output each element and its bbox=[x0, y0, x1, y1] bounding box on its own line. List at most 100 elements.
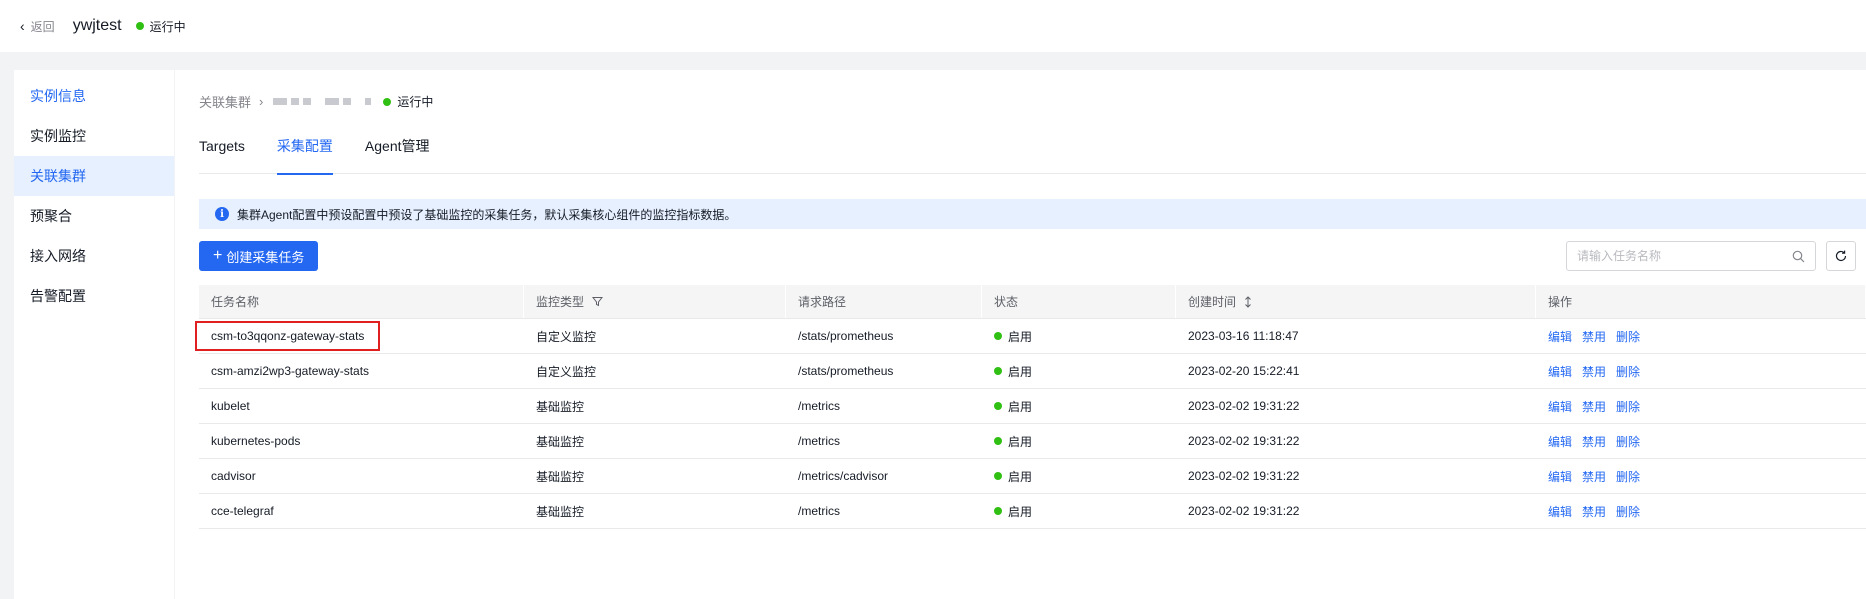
task-status: 启用 bbox=[982, 494, 1176, 528]
sidebar-item-instance-monitor[interactable]: 实例监控 bbox=[14, 116, 174, 156]
task-name: cadvisor bbox=[211, 469, 256, 483]
edit-link[interactable]: 编辑 bbox=[1548, 398, 1572, 415]
breadcrumb: 关联集群 › 运行中 bbox=[199, 92, 433, 111]
chevron-right-icon: › bbox=[259, 94, 264, 109]
task-actions: 编辑 禁用 删除 bbox=[1536, 459, 1866, 493]
status-text: 运行中 bbox=[149, 19, 186, 34]
task-name: csm-amzi2wp3-gateway-stats bbox=[211, 364, 370, 378]
create-task-label: 创建采集任务 bbox=[226, 249, 305, 265]
task-type: 基础监控 bbox=[536, 504, 585, 519]
disable-link[interactable]: 禁用 bbox=[1582, 363, 1606, 380]
table-row: csm-to3qqonz-gateway-stats 自定义监控 /stats/… bbox=[195, 319, 1866, 354]
search-icon[interactable] bbox=[1792, 250, 1805, 263]
task-status: 启用 bbox=[982, 354, 1176, 388]
notice-text: 集群Agent配置中预设配置中预设了基础监控的采集任务，默认采集核心组件的监控指… bbox=[237, 207, 737, 222]
table-header-row: 任务名称 监控类型 请求路径 状态 创建时间 操作 bbox=[199, 285, 1866, 319]
task-search-input[interactable] bbox=[1577, 249, 1792, 263]
task-status: 启用 bbox=[982, 389, 1176, 423]
task-path: /metrics bbox=[798, 504, 840, 518]
table-row: csm-amzi2wp3-gateway-stats 自定义监控 /stats/… bbox=[199, 354, 1866, 389]
main-panel: 关联集群 › 运行中 Targets 采集配置 Agent管理 i 集群Agen… bbox=[175, 70, 1866, 599]
delete-link[interactable]: 删除 bbox=[1616, 433, 1640, 450]
disable-link[interactable]: 禁用 bbox=[1582, 328, 1606, 345]
task-status-text: 启用 bbox=[1008, 399, 1033, 414]
column-header-type: 监控类型 bbox=[524, 285, 786, 318]
task-status: 启用 bbox=[982, 319, 1176, 353]
task-search bbox=[1566, 241, 1816, 271]
edit-link[interactable]: 编辑 bbox=[1548, 433, 1572, 450]
edit-link[interactable]: 编辑 bbox=[1548, 328, 1572, 345]
instance-status: 运行中 bbox=[135, 18, 186, 35]
task-path: /metrics/cadvisor bbox=[798, 469, 889, 483]
delete-link[interactable]: 删除 bbox=[1616, 398, 1640, 415]
task-name: cce-telegraf bbox=[211, 504, 274, 518]
task-table: 任务名称 监控类型 请求路径 状态 创建时间 操作 csm-to3qqonz-g… bbox=[195, 285, 1866, 529]
info-notice: i 集群Agent配置中预设配置中预设了基础监控的采集任务，默认采集核心组件的监… bbox=[199, 199, 1866, 229]
delete-link[interactable]: 删除 bbox=[1616, 503, 1640, 520]
task-created: 2023-02-20 15:22:41 bbox=[1188, 364, 1300, 378]
task-actions: 编辑 禁用 删除 bbox=[1536, 319, 1866, 353]
column-header-created-label: 创建时间 bbox=[1188, 295, 1237, 309]
task-status-text: 启用 bbox=[1008, 469, 1033, 484]
delete-link[interactable]: 删除 bbox=[1616, 468, 1640, 485]
status-dot-icon bbox=[135, 22, 144, 30]
status-dot-icon bbox=[383, 97, 392, 106]
task-path: /metrics bbox=[798, 399, 840, 413]
task-status-text: 启用 bbox=[1008, 434, 1033, 449]
task-path: /metrics bbox=[798, 434, 840, 448]
task-type: 基础监控 bbox=[536, 399, 585, 414]
column-header-actions: 操作 bbox=[1536, 285, 1866, 318]
task-actions: 编辑 禁用 删除 bbox=[1536, 389, 1866, 423]
edit-link[interactable]: 编辑 bbox=[1548, 363, 1572, 380]
task-status-text: 启用 bbox=[1008, 504, 1033, 519]
column-header-created: 创建时间 bbox=[1176, 285, 1536, 318]
task-created: 2023-02-02 19:31:22 bbox=[1188, 399, 1300, 413]
disable-link[interactable]: 禁用 bbox=[1582, 398, 1606, 415]
column-header-type-label: 监控类型 bbox=[536, 295, 585, 309]
sidebar-item-linked-clusters[interactable]: 关联集群 bbox=[14, 156, 174, 196]
disable-link[interactable]: 禁用 bbox=[1582, 433, 1606, 450]
task-actions: 编辑 禁用 删除 bbox=[1536, 424, 1866, 458]
sort-icon[interactable] bbox=[1244, 295, 1252, 308]
back-button[interactable]: ‹ 返回 bbox=[20, 18, 55, 35]
disable-link[interactable]: 禁用 bbox=[1582, 503, 1606, 520]
task-name: kubelet bbox=[211, 399, 250, 413]
table-row: cadvisor 基础监控 /metrics/cadvisor 启用 2023-… bbox=[199, 459, 1866, 494]
sidebar-item-alert-config[interactable]: 告警配置 bbox=[14, 276, 174, 316]
disable-link[interactable]: 禁用 bbox=[1582, 468, 1606, 485]
tab-targets[interactable]: Targets bbox=[199, 132, 245, 174]
create-task-button[interactable]: + 创建采集任务 bbox=[199, 241, 319, 271]
chevron-left-icon: ‹ bbox=[20, 18, 25, 34]
page-header: ‹ 返回 ywjtest 运行中 bbox=[0, 0, 1866, 52]
tab-agent-management[interactable]: Agent管理 bbox=[365, 132, 430, 174]
status-dot-icon bbox=[994, 332, 1002, 340]
breadcrumb-root[interactable]: 关联集群 bbox=[199, 92, 251, 111]
task-type: 基础监控 bbox=[536, 469, 585, 484]
filter-icon[interactable] bbox=[592, 296, 604, 307]
status-dot-icon bbox=[994, 367, 1002, 375]
edit-link[interactable]: 编辑 bbox=[1548, 503, 1572, 520]
task-actions: 编辑 禁用 删除 bbox=[1536, 354, 1866, 388]
status-text: 运行中 bbox=[397, 95, 434, 109]
refresh-icon bbox=[1835, 250, 1847, 262]
task-type: 自定义监控 bbox=[536, 364, 597, 379]
back-label: 返回 bbox=[30, 19, 55, 34]
column-header-name: 任务名称 bbox=[199, 285, 524, 318]
task-type: 基础监控 bbox=[536, 434, 585, 449]
table-row: kubelet 基础监控 /metrics 启用 2023-02-02 19:3… bbox=[199, 389, 1866, 424]
tab-collection-config[interactable]: 采集配置 bbox=[276, 132, 333, 175]
task-created: 2023-02-02 19:31:22 bbox=[1188, 504, 1300, 518]
sidebar-item-pre-aggregation[interactable]: 预聚合 bbox=[14, 196, 174, 236]
task-status-text: 启用 bbox=[1008, 329, 1033, 344]
task-path: /stats/prometheus bbox=[798, 364, 894, 378]
delete-link[interactable]: 删除 bbox=[1616, 363, 1640, 380]
edit-link[interactable]: 编辑 bbox=[1548, 468, 1572, 485]
refresh-button[interactable] bbox=[1826, 241, 1856, 271]
delete-link[interactable]: 删除 bbox=[1616, 328, 1640, 345]
sidebar-item-access-network[interactable]: 接入网络 bbox=[14, 236, 174, 276]
task-actions: 编辑 禁用 删除 bbox=[1536, 494, 1866, 528]
table-row: kubernetes-pods 基础监控 /metrics 启用 2023-02… bbox=[199, 424, 1866, 459]
sidebar-item-instance-info[interactable]: 实例信息 bbox=[14, 76, 174, 116]
task-path: /stats/prometheus bbox=[798, 329, 894, 343]
task-created: 2023-03-16 11:18:47 bbox=[1188, 329, 1299, 343]
